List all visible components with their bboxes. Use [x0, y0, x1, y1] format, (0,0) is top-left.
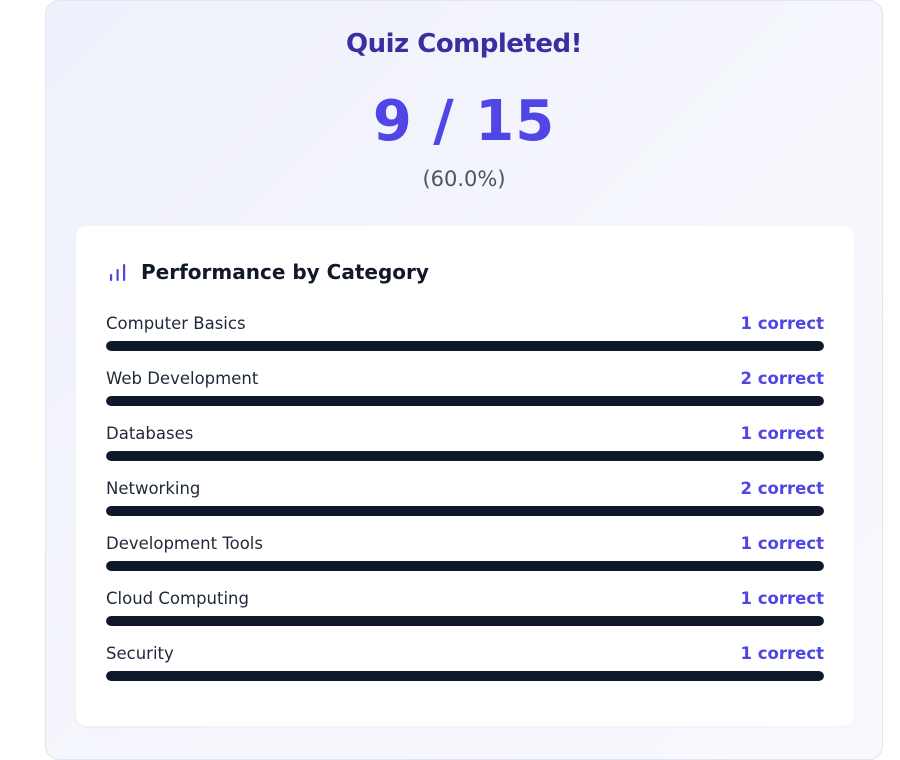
- score-percent: (60.0%): [422, 167, 506, 191]
- category-name: Databases: [106, 424, 194, 443]
- category-count: 1 correct: [740, 424, 824, 443]
- category-progress-fill: [106, 671, 824, 681]
- category-progress-fill: [106, 616, 824, 626]
- category-name: Computer Basics: [106, 314, 246, 333]
- category-progress-track: [106, 396, 824, 406]
- panel-header: Performance by Category: [108, 260, 429, 284]
- category-progress-track: [106, 451, 824, 461]
- panel-title: Performance by Category: [141, 260, 429, 284]
- category-row: Web Development 2 correct: [106, 369, 824, 424]
- quiz-title: Quiz Completed!: [346, 29, 582, 59]
- performance-panel: Performance by Category Computer Basics 1…: [76, 226, 854, 726]
- category-count: 1 correct: [740, 589, 824, 608]
- category-progress-track: [106, 616, 824, 626]
- category-count: 2 correct: [740, 479, 824, 498]
- category-row: Cloud Computing 1 correct: [106, 589, 824, 644]
- category-row: Security 1 correct: [106, 644, 824, 699]
- score-display: 9 / 15: [372, 89, 556, 154]
- category-name: Development Tools: [106, 534, 263, 553]
- category-progress-fill: [106, 341, 824, 351]
- category-name: Cloud Computing: [106, 589, 249, 608]
- category-name: Networking: [106, 479, 201, 498]
- category-count: 1 correct: [740, 644, 824, 663]
- results-card: Quiz Completed! 9 / 15 (60.0%) Performan…: [45, 0, 883, 760]
- category-progress-fill: [106, 506, 824, 516]
- category-progress-track: [106, 671, 824, 681]
- category-name: Security: [106, 644, 174, 663]
- category-count: 1 correct: [740, 314, 824, 333]
- category-row: Networking 2 correct: [106, 479, 824, 534]
- category-row: Databases 1 correct: [106, 424, 824, 479]
- category-row: Development Tools 1 correct: [106, 534, 824, 589]
- category-progress-track: [106, 561, 824, 571]
- category-progress-fill: [106, 396, 824, 406]
- category-progress-fill: [106, 451, 824, 461]
- category-name: Web Development: [106, 369, 259, 388]
- category-list: Computer Basics 1 correct Web Development 2…: [106, 314, 824, 699]
- category-count: 1 correct: [740, 534, 824, 553]
- category-progress-track: [106, 506, 824, 516]
- category-progress-track: [106, 341, 824, 351]
- bar-chart-icon: [110, 264, 126, 281]
- category-count: 2 correct: [740, 369, 824, 388]
- category-row: Computer Basics 1 correct: [106, 314, 824, 369]
- category-progress-fill: [106, 561, 824, 571]
